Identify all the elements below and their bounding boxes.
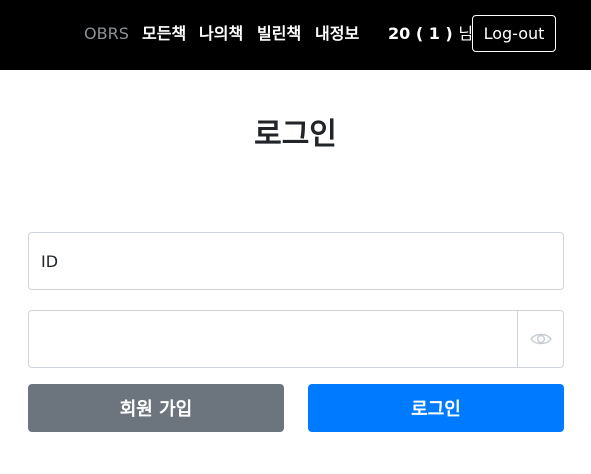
navbar: OBRS 모든책 나의책 빌린책 내정보 20 ( 1 ) 님 Log-out bbox=[0, 0, 591, 70]
brand-link[interactable]: OBRS bbox=[84, 23, 129, 45]
password-field-container bbox=[28, 310, 564, 368]
login-button[interactable]: 로그인 bbox=[308, 384, 564, 432]
nav-link-my-books[interactable]: 나의책 bbox=[199, 23, 243, 45]
nav-link-all-books[interactable]: 모든책 bbox=[142, 23, 186, 45]
user-greeting: 20 ( 1 ) 님 bbox=[388, 23, 473, 45]
user-honorific: 님 bbox=[458, 24, 474, 43]
password-toggle-button[interactable] bbox=[517, 311, 563, 367]
password-input[interactable] bbox=[41, 311, 511, 367]
logout-button[interactable]: Log-out bbox=[472, 15, 556, 52]
signup-button[interactable]: 회원 가입 bbox=[28, 384, 284, 432]
nav-link-my-info[interactable]: 내정보 bbox=[315, 23, 359, 45]
nav-link-borrowed-books[interactable]: 빌린책 bbox=[257, 23, 301, 45]
user-id-text: 20 ( 1 ) bbox=[388, 24, 453, 43]
page-title: 로그인 bbox=[254, 117, 337, 152]
eye-icon bbox=[529, 333, 552, 345]
id-input[interactable] bbox=[41, 233, 541, 289]
id-field-container bbox=[28, 232, 564, 290]
